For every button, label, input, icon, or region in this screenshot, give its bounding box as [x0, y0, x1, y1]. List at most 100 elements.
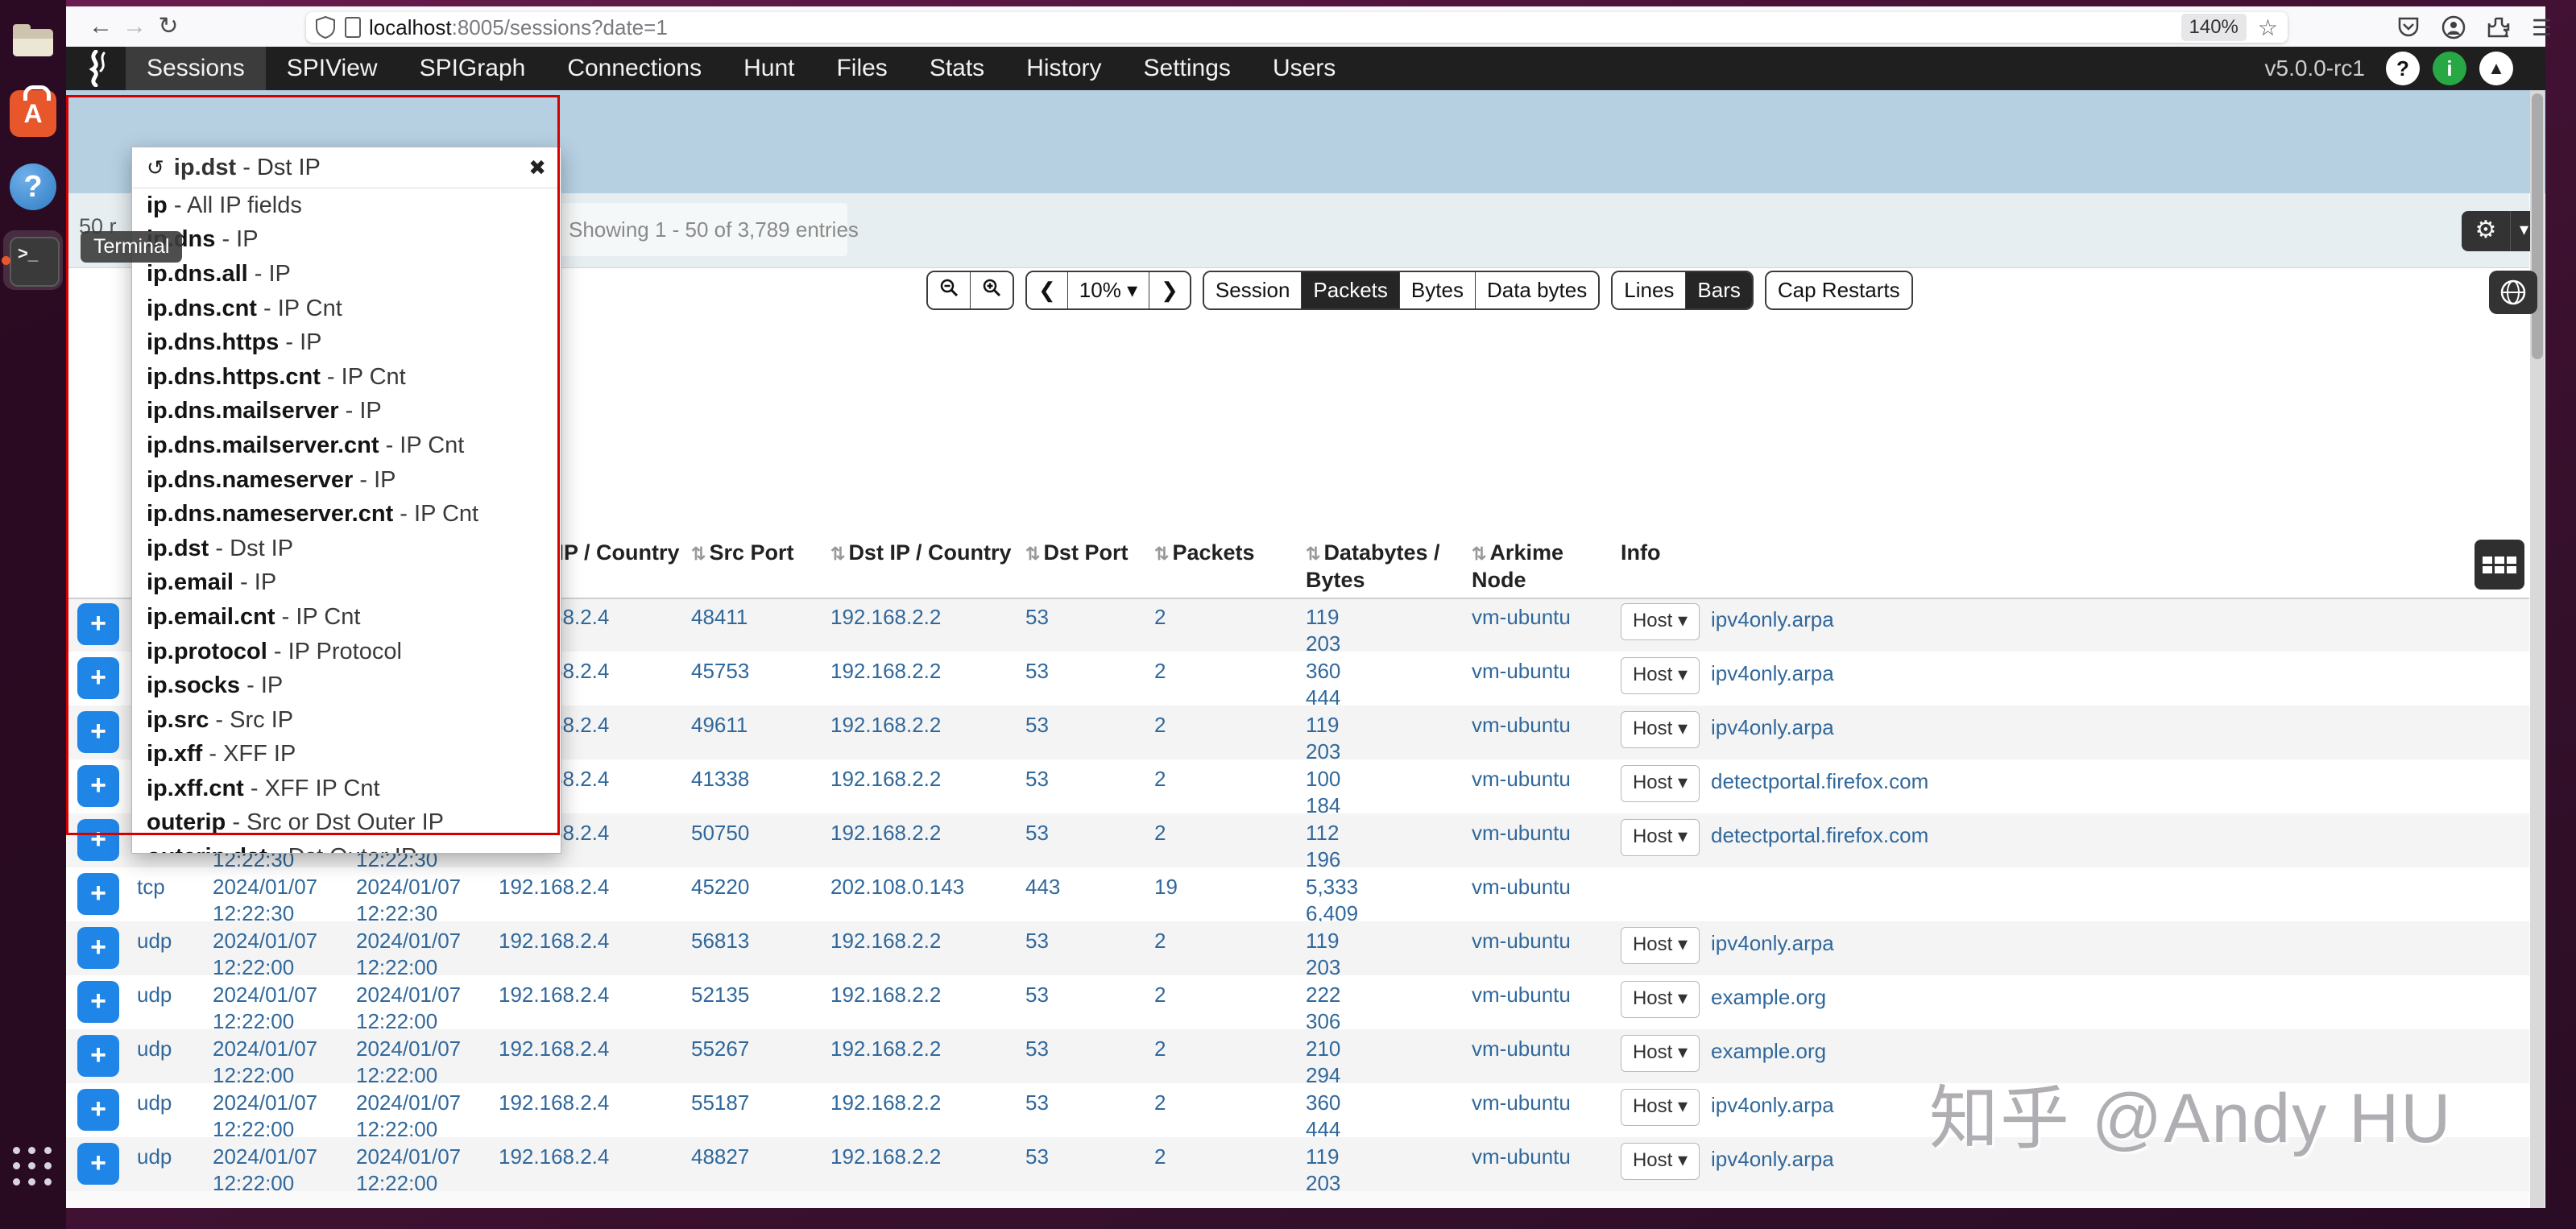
typeahead-item-ip.src[interactable]: ip.src - Src IP [132, 703, 561, 738]
graph-style-bars[interactable]: Bars [1686, 272, 1751, 308]
nav-item-stats[interactable]: Stats [909, 47, 1005, 90]
typeahead-item-ip.dns.nameserver[interactable]: ip.dns.nameserver - IP [132, 463, 561, 498]
account-icon[interactable] [2441, 15, 2466, 39]
nav-item-hunt[interactable]: Hunt [723, 47, 815, 90]
bookmark-star-icon[interactable]: ☆ [2258, 14, 2278, 41]
typeahead-item-ip.xff[interactable]: ip.xff - XFF IP [132, 738, 561, 772]
typeahead-item-ip.socks[interactable]: ip.socks - IP [132, 668, 561, 703]
typeahead-item-ip.dns.https.cnt[interactable]: ip.dns.https.cnt - IP Cnt [132, 360, 561, 395]
column-header-databytes[interactable]: ⇅Databytes / Bytes [1306, 540, 1440, 594]
graph-pan-left-button[interactable]: ❮ [1027, 272, 1068, 308]
host-dropdown-button[interactable]: Host ▾ [1621, 1143, 1700, 1180]
session-row[interactable]: +tcp2024/01/07 12:22:302024/01/07 12:22:… [66, 867, 2529, 921]
column-header-dst[interactable]: ⇅Dst IP / Country [830, 540, 1011, 567]
settings-split-button[interactable]: ⚙ ▾ [2462, 211, 2537, 251]
nav-item-history[interactable]: History [1005, 47, 1122, 90]
typeahead-item-outerip[interactable]: outerip - Src or Dst Outer IP [132, 806, 561, 841]
info-host-link[interactable]: ipv4only.arpa [1711, 931, 1834, 956]
info-host-link[interactable]: ipv4only.arpa [1711, 1093, 1834, 1118]
host-dropdown-button[interactable]: Host ▾ [1621, 981, 1700, 1018]
zoom-level-badge[interactable]: 140% [2181, 14, 2247, 41]
show-applications-button[interactable] [13, 1147, 53, 1187]
sort-icon[interactable]: ⇅ [691, 544, 706, 564]
expand-session-button[interactable]: + [77, 1143, 119, 1185]
expand-session-button[interactable]: + [77, 1089, 119, 1131]
arkime-logo-icon[interactable] [77, 50, 114, 87]
column-header-dst[interactable]: ⇅Dst Port [1025, 540, 1128, 567]
expand-session-button[interactable]: + [77, 765, 119, 807]
reload-button-icon[interactable]: ↻ [151, 7, 185, 46]
info-host-link[interactable]: ipv4only.arpa [1711, 715, 1834, 740]
back-button-icon[interactable]: ← [84, 7, 118, 46]
sort-icon[interactable]: ⇅ [1025, 544, 1040, 564]
typeahead-item-ip.xff.cnt[interactable]: ip.xff.cnt - XFF IP Cnt [132, 772, 561, 806]
typeahead-item-outerip.dst[interactable]: outerip.dst - Dst Outer IP [132, 840, 561, 854]
extensions-puzzle-icon[interactable] [2487, 15, 2511, 39]
column-header-src[interactable]: ⇅Src Port [691, 540, 793, 567]
host-dropdown-button[interactable]: Host ▾ [1621, 1035, 1700, 1072]
info-host-link[interactable]: example.org [1711, 985, 1826, 1010]
ubuntu-software-dock-icon[interactable]: A [10, 90, 56, 137]
nav-item-users[interactable]: Users [1252, 47, 1356, 90]
cell-node[interactable]: vm-ubuntu [1472, 712, 1571, 739]
cell-node[interactable]: vm-ubuntu [1472, 1090, 1571, 1116]
timezone-globe-button[interactable] [2489, 271, 2537, 314]
files-dock-icon[interactable] [10, 18, 56, 64]
expand-session-button[interactable]: + [77, 1035, 119, 1077]
shield-icon[interactable] [316, 16, 335, 39]
forward-button-icon[interactable]: → [118, 7, 151, 46]
typeahead-item-ip.dns.mailserver.cnt[interactable]: ip.dns.mailserver.cnt - IP Cnt [132, 428, 561, 463]
graph-zoom-select[interactable]: 10% ▾ [1068, 272, 1149, 308]
expand-session-button[interactable]: + [77, 603, 119, 645]
session-row[interactable]: +udp2024/01/07 12:22:002024/01/07 12:22:… [66, 921, 2529, 975]
cell-node[interactable]: vm-ubuntu [1472, 766, 1571, 792]
typeahead-item-ip.dns.https[interactable]: ip.dns.https - IP [132, 325, 561, 360]
cell-node[interactable]: vm-ubuntu [1472, 658, 1571, 685]
nav-item-connections[interactable]: Connections [546, 47, 723, 90]
host-dropdown-button[interactable]: Host ▾ [1621, 819, 1700, 856]
help-button[interactable]: ? [2386, 52, 2420, 85]
typeahead-item-ip.dst[interactable]: ip.dst - Dst IP [132, 532, 561, 566]
cell-node[interactable]: vm-ubuntu [1472, 928, 1571, 954]
info-button[interactable]: i [2433, 52, 2466, 85]
expand-session-button[interactable]: + [77, 819, 119, 861]
typeahead-item-ip[interactable]: ip - All IP fields [132, 188, 561, 223]
sort-icon[interactable]: ⇅ [1154, 544, 1169, 564]
host-dropdown-button[interactable]: Host ▾ [1621, 657, 1700, 694]
page-scrollbar[interactable] [2530, 90, 2545, 1208]
column-header-arkime[interactable]: ⇅Arkime Node [1472, 540, 1563, 594]
expand-session-button[interactable]: + [77, 657, 119, 699]
info-host-link[interactable]: detectportal.firefox.com [1711, 769, 1928, 794]
info-host-link[interactable]: ipv4only.arpa [1711, 607, 1834, 632]
cell-node[interactable]: vm-ubuntu [1472, 604, 1571, 631]
menu-hamburger-icon[interactable]: ☰ [2532, 14, 2552, 41]
typeahead-item-ip.dns.mailserver[interactable]: ip.dns.mailserver - IP [132, 395, 561, 429]
graph-zoom-in-button[interactable] [971, 272, 1013, 308]
graph-zoom-out-button[interactable] [928, 272, 971, 308]
host-dropdown-button[interactable]: Host ▾ [1621, 603, 1700, 640]
nav-item-sessions[interactable]: Sessions [126, 47, 266, 90]
graph-series-bytes[interactable]: Bytes [1400, 272, 1476, 308]
host-dropdown-button[interactable]: Host ▾ [1621, 711, 1700, 748]
graph-series-data-bytes[interactable]: Data bytes [1476, 272, 1598, 308]
expand-session-button[interactable]: + [77, 927, 119, 969]
info-host-link[interactable]: ipv4only.arpa [1711, 661, 1834, 686]
host-dropdown-button[interactable]: Host ▾ [1621, 765, 1700, 802]
gear-icon[interactable]: ⚙ [2462, 211, 2511, 251]
page-info-icon[interactable] [345, 17, 361, 38]
info-host-link[interactable]: ipv4only.arpa [1711, 1147, 1834, 1172]
cell-node[interactable]: vm-ubuntu [1472, 820, 1571, 846]
typeahead-item-ip.protocol[interactable]: ip.protocol - IP Protocol [132, 635, 561, 669]
typeahead-item-ip.email.cnt[interactable]: ip.email.cnt - IP Cnt [132, 600, 561, 635]
nav-item-spiview[interactable]: SPIView [266, 47, 399, 90]
nav-item-files[interactable]: Files [815, 47, 908, 90]
collapse-button[interactable]: ▲ [2479, 52, 2513, 85]
sort-icon[interactable]: ⇅ [830, 544, 845, 564]
graph-series-session[interactable]: Session [1204, 272, 1302, 308]
pocket-icon[interactable] [2396, 15, 2421, 39]
cell-node[interactable]: vm-ubuntu [1472, 1144, 1571, 1170]
host-dropdown-button[interactable]: Host ▾ [1621, 927, 1700, 964]
host-dropdown-button[interactable]: Host ▾ [1621, 1089, 1700, 1126]
cap-restarts-button[interactable]: Cap Restarts [1766, 272, 1911, 308]
typeahead-item-ip.dns.nameserver.cnt[interactable]: ip.dns.nameserver.cnt - IP Cnt [132, 497, 561, 532]
